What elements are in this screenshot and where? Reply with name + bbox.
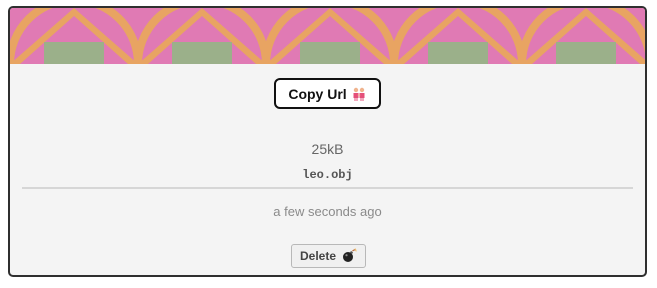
- file-details: Copy Url 25kB leo.obj a few seconds ago …: [10, 64, 645, 275]
- copy-url-label: Copy Url: [288, 85, 347, 102]
- delete-label: Delete: [299, 249, 337, 263]
- file-size: 25kB: [311, 141, 344, 157]
- file-name: leo.obj: [302, 168, 353, 182]
- file-card: Copy Url 25kB leo.obj a few seconds ago …: [8, 6, 647, 277]
- bomb-icon: [341, 248, 357, 264]
- divider: [22, 187, 633, 189]
- delete-button[interactable]: Delete: [291, 244, 366, 268]
- file-preview-banner: [10, 8, 645, 64]
- banner-pattern-image: [10, 8, 645, 64]
- upload-time: a few seconds ago: [273, 204, 382, 219]
- copy-url-button[interactable]: Copy Url: [274, 78, 381, 109]
- people-holding-hands-icon: [351, 86, 367, 102]
